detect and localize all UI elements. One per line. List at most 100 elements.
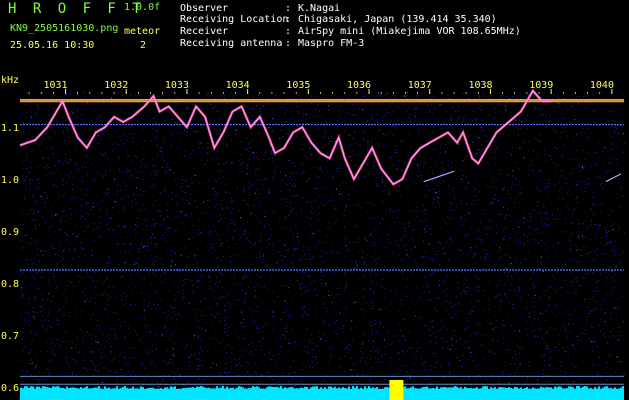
noise-dot <box>264 154 266 156</box>
noise-dot <box>481 149 483 151</box>
noise-dot <box>163 375 164 376</box>
noise-dot <box>128 169 130 171</box>
noise-dot <box>556 148 558 150</box>
noise-dot <box>264 226 266 228</box>
noise-dot <box>426 255 427 257</box>
noise-dot <box>75 359 77 361</box>
noise-dot <box>616 265 618 267</box>
noise-dot <box>122 95 124 96</box>
noise-dot <box>361 104 363 106</box>
noise-dot <box>348 134 350 136</box>
noise-dot <box>367 164 369 166</box>
noise-dot <box>442 163 444 165</box>
noise-dot <box>606 372 608 374</box>
noise-dot <box>582 166 584 168</box>
noise-dot <box>449 246 451 248</box>
noise-dot <box>452 203 454 205</box>
noise-dot <box>237 284 239 286</box>
noise-dot <box>72 109 74 110</box>
noise-dot <box>178 291 180 293</box>
noise-dot <box>135 187 137 189</box>
noise-dot <box>451 147 453 149</box>
noise-dot <box>427 173 429 174</box>
noise-dot <box>314 96 316 98</box>
noise-dot <box>506 214 507 216</box>
noise-dot <box>492 198 494 199</box>
noise-dot <box>472 360 474 362</box>
noise-dot <box>429 341 431 343</box>
noise-dot <box>622 195 623 197</box>
noise-dot <box>82 277 84 279</box>
noise-dot <box>45 97 47 99</box>
noise-dot <box>44 285 46 287</box>
noise-dot <box>510 197 512 199</box>
noise-dot <box>328 290 330 292</box>
noise-dot <box>604 253 606 255</box>
noise-dot <box>573 115 575 116</box>
noise-dot <box>194 256 196 258</box>
noise-dot <box>152 164 154 166</box>
noise-dot <box>22 228 24 230</box>
noise-dot <box>402 350 404 352</box>
noise-dot <box>169 169 171 171</box>
noise-dot <box>228 178 230 180</box>
noise-dot <box>156 174 158 176</box>
noise-dot <box>483 309 485 311</box>
noise-dot <box>221 274 223 276</box>
noise-dot <box>76 352 78 354</box>
info-label-location: Receiving Location <box>180 14 289 25</box>
noise-dot <box>62 178 63 180</box>
noise-dot <box>216 130 218 132</box>
noise-dot <box>217 357 219 359</box>
noise-dot <box>554 349 556 351</box>
noise-dot <box>311 96 313 98</box>
noise-dot <box>184 229 186 231</box>
noise-dot <box>214 230 216 232</box>
noise-dot <box>610 162 612 164</box>
noise-dot <box>38 270 40 272</box>
noise-dot <box>155 256 157 258</box>
noise-dot <box>98 222 100 224</box>
noise-dot <box>253 273 254 275</box>
noise-dot <box>439 190 440 192</box>
noise-dot <box>126 151 128 153</box>
noise-dot <box>510 373 511 375</box>
noise-dot <box>58 309 60 311</box>
noise-dot <box>166 330 168 332</box>
noise-dot <box>569 237 570 239</box>
noise-dot <box>439 206 440 208</box>
noise-dot <box>463 120 465 122</box>
noise-dot <box>331 193 333 195</box>
noise-dot <box>151 186 153 188</box>
noise-dot <box>529 220 531 222</box>
noise-dot <box>275 166 277 168</box>
noise-dot <box>357 153 359 155</box>
noise-dot <box>369 289 371 291</box>
noise-dot <box>124 228 126 230</box>
noise-dot <box>478 300 480 302</box>
noise-dot <box>458 248 459 250</box>
noise-dot <box>469 267 471 269</box>
noise-dot <box>361 351 363 353</box>
noise-dot <box>236 320 238 322</box>
noise-dot <box>442 248 444 249</box>
noise-dot <box>399 379 401 380</box>
noise-dot <box>153 104 155 106</box>
noise-dot <box>448 218 450 220</box>
noise-dot <box>350 369 352 371</box>
noise-dot <box>594 259 596 261</box>
noise-dot <box>217 257 219 259</box>
noise-dot <box>70 197 72 199</box>
noise-dot <box>149 249 151 251</box>
noise-dot <box>200 271 202 273</box>
noise-dot <box>593 290 595 292</box>
noise-dot <box>560 113 562 115</box>
noise-dot <box>68 281 70 283</box>
noise-dot <box>419 371 421 373</box>
noise-dot <box>357 98 359 100</box>
noise-dot <box>184 282 185 284</box>
noise-dot <box>302 308 304 310</box>
noise-dot <box>475 380 477 382</box>
noise-dot <box>221 200 222 202</box>
noise-dot <box>272 161 274 163</box>
